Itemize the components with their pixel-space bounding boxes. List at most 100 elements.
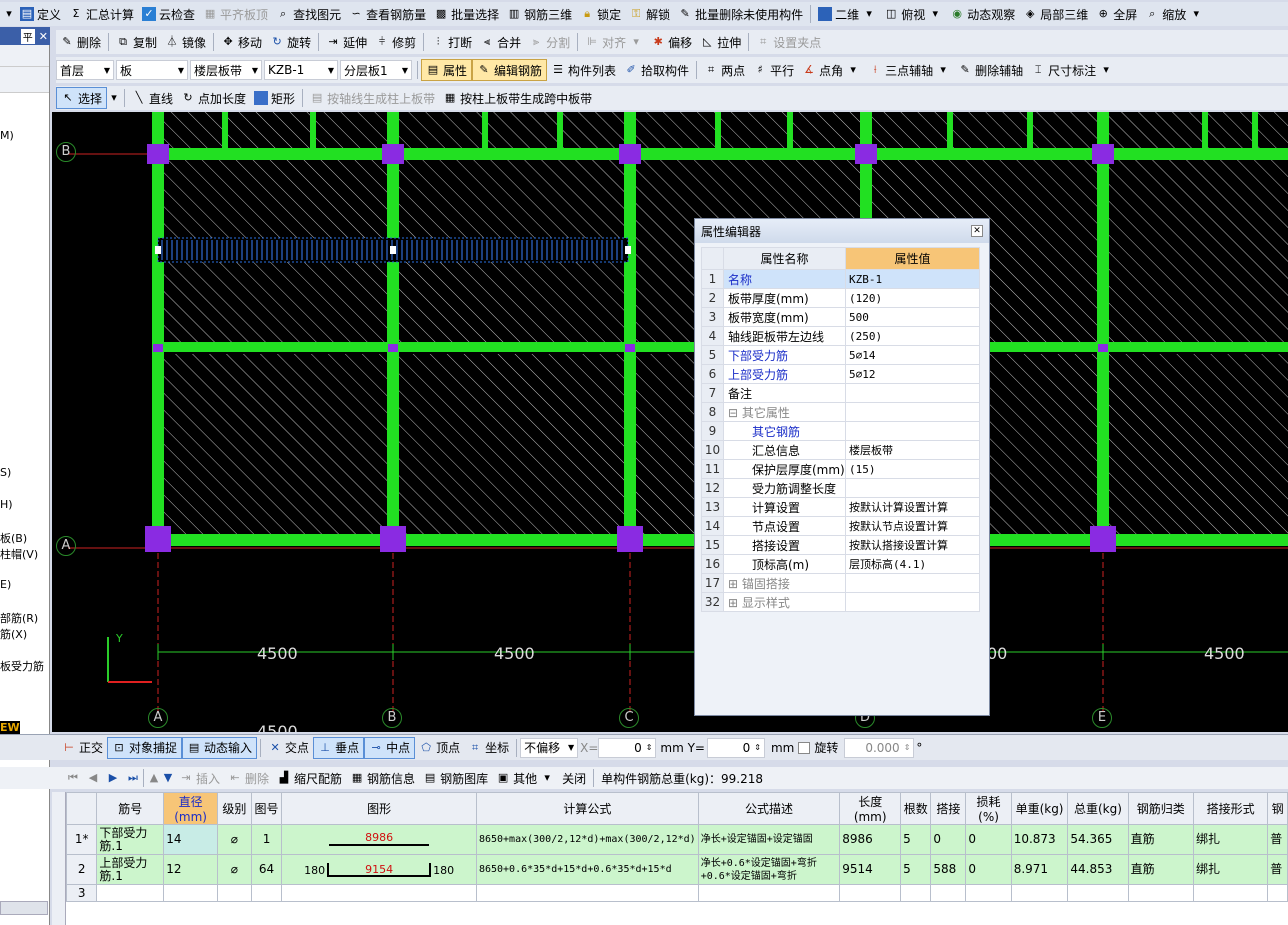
align-button[interactable]: ⊫ 对齐 ▾: [581, 31, 647, 53]
cell-desc[interactable]: 净长+0.6*设定锚固+弯折+0.6*设定锚固+弯折: [697, 854, 841, 885]
batch-select-button[interactable]: ▩ 批量选择: [430, 3, 503, 25]
subtype-select[interactable]: 楼层板带 ▼: [190, 60, 262, 80]
cell-total-w[interactable]: 54.365: [1067, 824, 1129, 855]
list-item[interactable]: H): [0, 498, 13, 511]
left-panel-tab[interactable]: [0, 67, 49, 93]
empty-cell[interactable]: [217, 884, 252, 902]
cell-lap[interactable]: 588: [930, 854, 967, 885]
spinner-icon[interactable]: ⇕: [754, 743, 761, 752]
prev-record-icon[interactable]: ◀: [86, 771, 100, 785]
first-record-icon[interactable]: ⏮: [66, 771, 80, 785]
cell-loss[interactable]: 0: [965, 824, 1012, 855]
select-button[interactable]: ↖ 选择: [56, 87, 108, 109]
cell-formula[interactable]: 8650+0.6*35*d+15*d+0.6*35*d+15*d: [475, 854, 699, 885]
cell-lap[interactable]: 0: [930, 824, 967, 855]
property-row[interactable]: 8 ⊟ 其它属性: [701, 402, 980, 422]
empty-cell[interactable]: [697, 884, 841, 902]
trim-button[interactable]: ⫩ 修剪: [371, 31, 420, 53]
cell-grade[interactable]: ⌀: [217, 824, 252, 855]
close-button[interactable]: 关闭: [558, 767, 590, 789]
delete-button[interactable]: ✎ 删除: [56, 31, 105, 53]
cell-name[interactable]: 下部受力筋.1: [96, 824, 165, 855]
property-value[interactable]: 5⌀12: [845, 364, 980, 384]
edit-rebar-button[interactable]: ✎ 编辑钢筋: [472, 59, 548, 81]
other-menu-button[interactable]: ▣ 其他 ▾: [492, 767, 558, 789]
table-row[interactable]: 1* 下部受力筋.1 14 ⌀ 1 8986 8650+max(300/2,12*d)+ma…: [66, 824, 1288, 855]
list-item[interactable]: E): [0, 578, 11, 591]
property-row[interactable]: 12 受力筋调整长度: [701, 478, 980, 498]
property-value[interactable]: KZB-1: [845, 269, 980, 289]
align-slab-top-button[interactable]: ▦ 平齐板顶: [199, 3, 272, 25]
empty-cell[interactable]: [250, 884, 283, 902]
component-select[interactable]: KZB-1 ▼: [264, 60, 338, 80]
rotate-button[interactable]: ↻ 旋转: [266, 31, 315, 53]
dynamic-input-button[interactable]: ▤ 动态输入: [182, 736, 258, 759]
point-angle-button[interactable]: ∡ 点角 ▾: [798, 59, 864, 81]
two-points-button[interactable]: ⌗ 两点: [700, 59, 749, 81]
table-row[interactable]: 3: [66, 884, 1288, 902]
batch-delete-unused-button[interactable]: ✎ 批量删除未使用构件: [674, 3, 807, 25]
rebar-shape-cell[interactable]: 180 9154 180: [281, 854, 477, 885]
cad-canvas[interactable]: A B C D E B A 4500 4500 00 4500 4500 Y: [52, 112, 1288, 732]
property-value[interactable]: 5⌀14: [845, 345, 980, 365]
left-scrollbar[interactable]: [0, 901, 48, 915]
cell-count[interactable]: 5: [900, 824, 932, 855]
property-row[interactable]: 2 板带厚度(mm) (120): [701, 288, 980, 308]
property-row[interactable]: 1 名称 KZB-1: [701, 269, 980, 289]
coordinate-snap-button[interactable]: ⌗ 坐标: [464, 737, 513, 759]
dimension-button[interactable]: ⌶ 尺寸标注 ▾: [1027, 59, 1117, 81]
split-button[interactable]: ⫸ 分割: [525, 31, 574, 53]
object-snap-button[interactable]: ⊡ 对象捕捉: [107, 736, 183, 759]
property-row[interactable]: 3 板带宽度(mm) 500: [701, 307, 980, 327]
property-editor-titlebar[interactable]: 属性编辑器 ✕: [695, 219, 989, 243]
list-item[interactable]: 柱帽(V): [0, 546, 38, 562]
property-value[interactable]: (15): [845, 459, 980, 479]
column-header[interactable]: 钢筋归类: [1127, 792, 1195, 825]
type-select[interactable]: 板 ▼: [116, 60, 188, 80]
zoom-button[interactable]: ⌕ 缩放 ▾: [1141, 3, 1207, 25]
property-row[interactable]: 13 计算设置 按默认计算设置计算: [701, 497, 980, 517]
delete-aux-button[interactable]: ✎ 删除辅轴: [954, 59, 1027, 81]
local-3d-button[interactable]: ◈ 局部三维: [1019, 3, 1092, 25]
top-view-button[interactable]: ◫ 俯视 ▾: [880, 3, 946, 25]
property-row[interactable]: 16 顶标高(m) 层顶标高(4.1): [701, 554, 980, 574]
break-button[interactable]: ⫶ 打断: [427, 31, 476, 53]
cell-dia[interactable]: 14: [163, 824, 218, 855]
ortho-button[interactable]: ⊢ 正交: [58, 737, 107, 759]
find-element-button[interactable]: ⌕ 查找图元: [272, 3, 345, 25]
set-grip-button[interactable]: ⌗ 设置夹点: [752, 31, 825, 53]
delete-row-button[interactable]: ⇤ 删除: [224, 767, 273, 789]
empty-cell[interactable]: [96, 884, 165, 902]
attribute-button[interactable]: ▤ 属性: [421, 59, 473, 81]
vertex-snap-button[interactable]: ⬠ 顶点: [415, 737, 464, 759]
chevron-down-icon[interactable]: ▾: [107, 91, 121, 105]
summary-calc-button[interactable]: Σ 汇总计算: [65, 3, 138, 25]
rebar-info-button[interactable]: ▦ 钢筋信息: [346, 767, 419, 789]
dropdown-arrow-icon[interactable]: ▾: [2, 7, 16, 21]
move-button[interactable]: ✥ 移动: [217, 31, 266, 53]
empty-cell[interactable]: [900, 884, 932, 902]
layer-select[interactable]: 分层板1 ▼: [340, 60, 412, 80]
empty-cell[interactable]: [163, 884, 218, 902]
property-value[interactable]: 层顶标高(4.1): [845, 554, 980, 574]
property-row[interactable]: 14 节点设置 按默认节点设置计算: [701, 516, 980, 536]
cell-fig[interactable]: 64: [250, 854, 283, 885]
insert-button[interactable]: ⇥ 插入: [175, 767, 224, 789]
view-rebar-qty-button[interactable]: ∽ 查看钢筋量: [345, 3, 430, 25]
cad-drawing[interactable]: [52, 112, 1288, 732]
offset-select[interactable]: 不偏移 ▼: [520, 737, 579, 758]
column-header[interactable]: 损耗(%): [965, 792, 1012, 825]
property-row[interactable]: 10 汇总信息 楼层板带: [701, 440, 980, 460]
lock-button[interactable]: 🔒︎ 锁定: [576, 3, 625, 25]
property-value[interactable]: 按默认节点设置计算: [845, 516, 980, 536]
empty-cell[interactable]: [965, 884, 1012, 902]
column-header[interactable]: 公式描述: [697, 792, 841, 825]
column-header[interactable]: 级别: [217, 792, 252, 825]
rotate-checkbox[interactable]: [798, 741, 811, 754]
property-row[interactable]: 6 上部受力筋 5⌀12: [701, 364, 980, 384]
empty-cell[interactable]: [1067, 884, 1129, 902]
property-value[interactable]: [845, 402, 980, 422]
empty-cell[interactable]: [1267, 884, 1288, 902]
orbit-button[interactable]: ◉ 动态观察: [946, 3, 1019, 25]
empty-cell[interactable]: [281, 884, 477, 902]
